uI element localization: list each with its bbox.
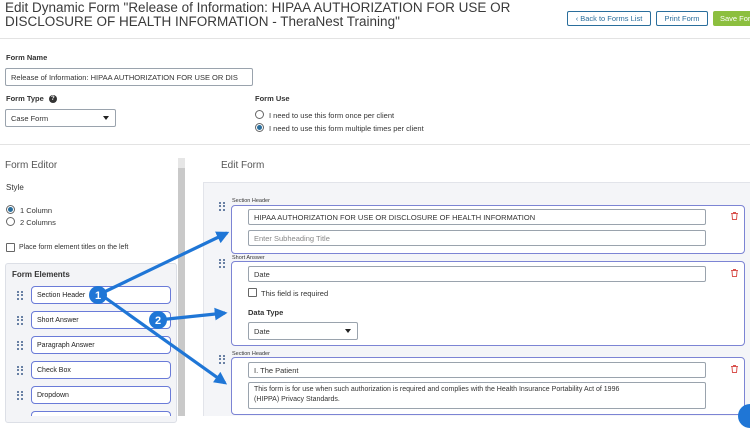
annotation-arrow <box>157 307 228 322</box>
annotation-number: 1 <box>95 290 101 302</box>
annotation-number: 2 <box>155 315 161 327</box>
annotation-overlay: 1 2 <box>89 231 230 385</box>
annotation-arrow <box>99 292 228 385</box>
annotation-arrow <box>99 231 230 296</box>
